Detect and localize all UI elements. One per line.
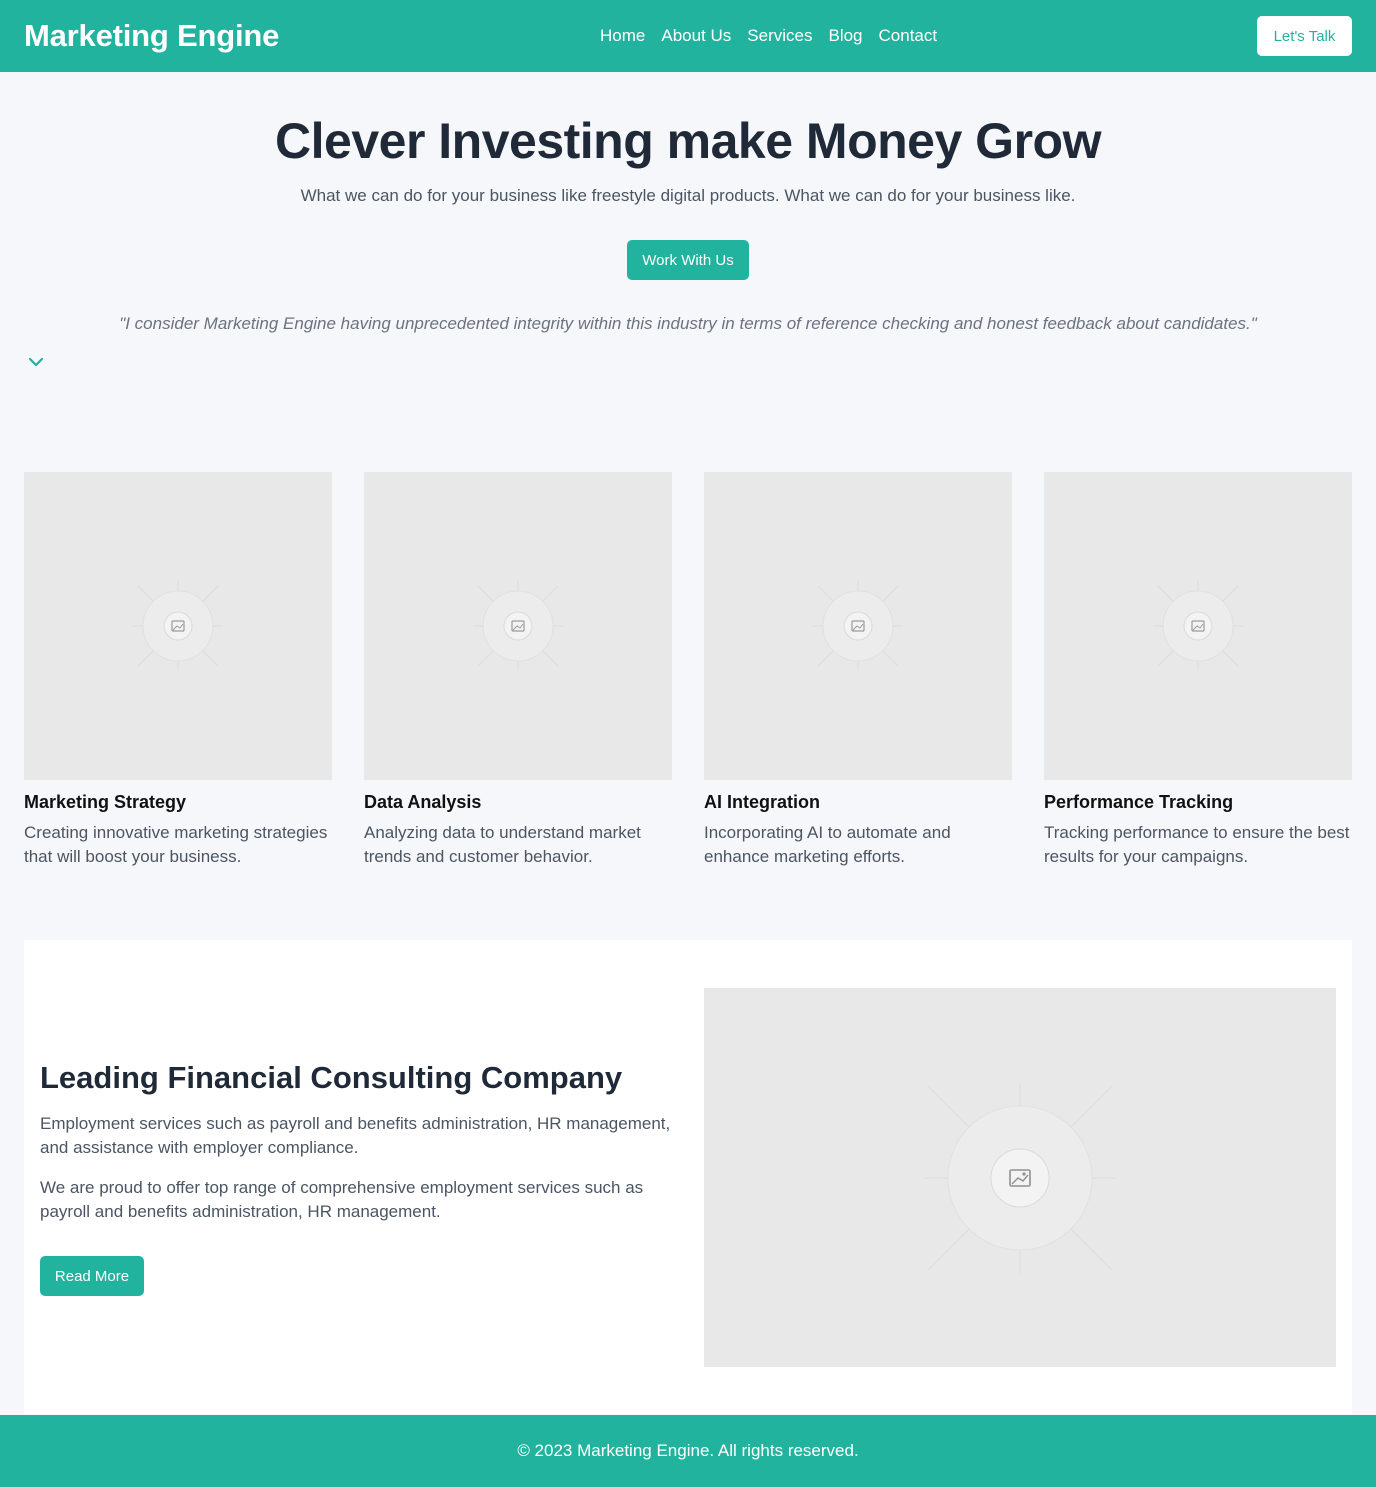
about-image — [704, 988, 1336, 1367]
image-placeholder-icon — [813, 581, 903, 671]
nav-link-blog[interactable]: Blog — [828, 26, 862, 46]
service-title: AI Integration — [704, 792, 820, 812]
hero-title: Clever Investing make Money Grow — [275, 113, 1101, 169]
service-image — [24, 472, 332, 780]
site-footer: © 2023 Marketing Engine. All rights rese… — [0, 1415, 1376, 1487]
work-with-us-button[interactable]: Work With Us — [627, 240, 749, 280]
nav-link-services[interactable]: Services — [747, 26, 812, 46]
service-card-performance-tracking: Performance Tracking Tracking performanc… — [1044, 472, 1352, 869]
service-card-marketing-strategy: Marketing Strategy Creating innovative m… — [24, 472, 332, 869]
testimonial-quote: "I consider Marketing Engine having unpr… — [119, 314, 1257, 333]
nav-link-contact[interactable]: Contact — [879, 26, 938, 46]
nav-link-home[interactable]: Home — [600, 26, 645, 46]
image-placeholder-icon — [133, 581, 223, 671]
service-description: Incorporating AI to automate and enhance… — [704, 823, 951, 866]
service-title: Performance Tracking — [1044, 792, 1234, 812]
chevron-down-icon[interactable] — [26, 352, 46, 372]
image-placeholder-icon — [925, 1082, 1115, 1273]
service-image — [364, 472, 672, 780]
about-paragraph: We are proud to offer top range of compr… — [40, 1178, 644, 1221]
lets-talk-button[interactable]: Let's Talk — [1257, 16, 1352, 56]
service-description: Analyzing data to understand market tren… — [364, 823, 641, 866]
image-placeholder-icon — [1153, 581, 1243, 671]
site-header: Marketing Engine Home About Us Services … — [0, 0, 1376, 72]
service-card-ai-integration: AI Integration Incorporating AI to autom… — [704, 472, 1012, 869]
about-text: Leading Financial Consulting Company Emp… — [40, 1058, 680, 1296]
service-image — [1044, 472, 1352, 780]
service-title: Marketing Strategy — [24, 792, 187, 812]
service-description: Tracking performance to ensure the best … — [1044, 823, 1350, 866]
service-title: Data Analysis — [364, 792, 482, 812]
main-nav: Home About Us Services Blog Contact — [600, 0, 937, 72]
copyright-text: © 2023 Marketing Engine. All rights rese… — [517, 1441, 859, 1460]
hero-subtitle: What we can do for your business like fr… — [300, 186, 1076, 205]
image-placeholder-icon — [473, 581, 563, 671]
service-image — [704, 472, 1012, 780]
service-card-data-analysis: Data Analysis Analyzing data to understa… — [364, 472, 672, 869]
nav-link-about-us[interactable]: About Us — [661, 26, 731, 46]
about-title: Leading Financial Consulting Company — [40, 1060, 623, 1095]
about-section: Leading Financial Consulting Company Emp… — [24, 940, 1352, 1414]
service-description: Creating innovative marketing strategies… — [24, 823, 328, 866]
read-more-button[interactable]: Read More — [40, 1256, 144, 1296]
about-paragraph: Employment services such as payroll and … — [40, 1114, 671, 1157]
brand-logo[interactable]: Marketing Engine — [24, 18, 279, 54]
